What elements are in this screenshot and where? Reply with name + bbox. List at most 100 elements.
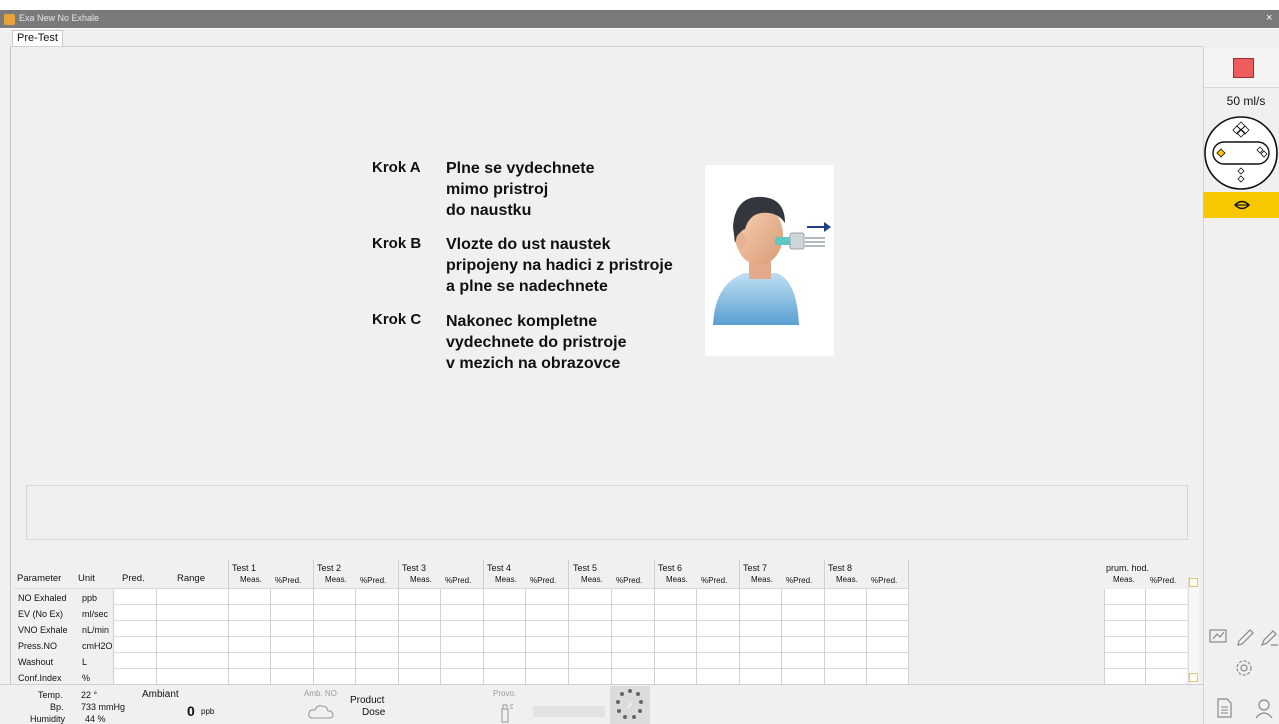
step-c-line: vydechnete do pristroje — [446, 334, 627, 351]
subheader-meas: Meas. — [581, 575, 603, 584]
header-parameter: Parameter — [17, 573, 62, 584]
lips-icon — [1234, 200, 1250, 210]
subheader-meas: Meas. — [751, 575, 773, 584]
stop-icon[interactable] — [1233, 58, 1254, 78]
step-c-text: Nakonec kompletne vydechnete do pristroj… — [446, 311, 627, 374]
subheader-pred: %Pred. — [275, 576, 302, 585]
settings-icon[interactable] — [1233, 657, 1255, 679]
table-divider — [1145, 589, 1146, 684]
row-unit: cmH2O — [82, 641, 113, 651]
tab-bar — [0, 29, 1203, 47]
table-divider — [156, 589, 157, 684]
message-area — [26, 485, 1188, 540]
header-test-5: Test 5 — [573, 563, 598, 573]
table-divider — [696, 589, 697, 684]
step-a-label: Krok A — [372, 159, 421, 176]
row-unit: L — [82, 657, 88, 667]
header-test-3: Test 3 — [402, 563, 427, 573]
row-param: Press.NO — [18, 641, 58, 651]
table-divider — [781, 589, 782, 684]
scroll-down-button[interactable] — [1189, 673, 1198, 682]
subheader-pred: %Pred. — [616, 576, 643, 585]
exhale-mode-button[interactable] — [1203, 192, 1279, 218]
app-icon — [4, 14, 15, 25]
subheader-pred: %Pred. — [871, 576, 898, 585]
table-divider — [113, 604, 908, 605]
table-scrollbar[interactable] — [1188, 577, 1199, 685]
exhale-illustration — [705, 165, 834, 356]
subheader-meas: Meas. — [666, 575, 688, 584]
table-divider — [739, 560, 740, 684]
header-test-1: Test 1 — [232, 563, 257, 573]
subheader-meas: Meas. — [836, 575, 858, 584]
table-divider — [270, 589, 271, 684]
table-divider — [483, 560, 484, 684]
ambient-value: 0 — [187, 703, 195, 719]
header-test-7: Test 7 — [743, 563, 768, 573]
dose-label: Dose — [362, 707, 386, 718]
ambient-unit: ppb — [201, 707, 215, 716]
step-b-text: Vlozte do ust naustek pripojeny na hadic… — [446, 234, 673, 297]
table-divider — [568, 560, 569, 684]
header-test-2: Test 2 — [317, 563, 342, 573]
humidity-label: Humidity — [30, 714, 66, 724]
table-divider — [113, 589, 114, 684]
row-unit: % — [82, 673, 91, 683]
step-a-line: Plne se vydechnete — [446, 160, 595, 177]
table-divider — [654, 560, 655, 684]
subheader-pred: %Pred. — [530, 576, 557, 585]
provo-label: Provo. — [493, 689, 517, 698]
step-a-line: mimo pristroj — [446, 181, 549, 198]
step-c-line: Nakonec kompletne — [446, 313, 598, 330]
scroll-up-button[interactable] — [1189, 578, 1198, 587]
header-pred: Pred. — [122, 573, 145, 584]
subheader-meas: Meas. — [240, 575, 262, 584]
subheader-pred: %Pred. — [445, 576, 472, 585]
step-b-label: Krok B — [372, 235, 422, 252]
row-param: Washout — [18, 657, 54, 667]
step-a-text: Plne se vydechnete mimo pristroj do naus… — [446, 158, 595, 221]
subheader-meas: Meas. — [410, 575, 432, 584]
header-test-8: Test 8 — [828, 563, 853, 573]
humidity-value: 44 % — [85, 714, 106, 724]
row-param: EV (No Ex) — [18, 609, 64, 619]
table-divider — [228, 560, 229, 684]
compare-icon[interactable] — [1208, 627, 1230, 649]
step-b-line: pripojeny na hadici z pristroje — [446, 257, 673, 274]
header-test-6: Test 6 — [658, 563, 683, 573]
close-icon[interactable]: × — [1266, 12, 1272, 24]
cloud-icon[interactable] — [307, 703, 335, 721]
window-title: Exa New No Exhale — [19, 13, 100, 23]
temp-label: Temp. — [38, 690, 63, 700]
product-label: Product — [350, 695, 385, 706]
ambient-label: Ambiant — [142, 689, 179, 700]
breath-dial-icon[interactable] — [1204, 114, 1279, 192]
patient-icon[interactable] — [1253, 697, 1275, 719]
step-c-label: Krok C — [372, 311, 422, 328]
header-test-4: Test 4 — [487, 563, 512, 573]
table-divider — [113, 620, 908, 621]
table-divider — [611, 589, 612, 684]
subheader-pred: %Pred. — [360, 576, 387, 585]
inhaler-icon[interactable] — [498, 701, 514, 723]
header-average: prum. hod. — [1106, 563, 1150, 573]
report-icon[interactable] — [1213, 697, 1235, 719]
table-divider — [355, 589, 356, 684]
sign-icon[interactable] — [1259, 627, 1279, 649]
subheader-meas: Meas. — [325, 575, 347, 584]
dose-progress-bar — [533, 706, 605, 717]
row-unit: ppb — [82, 593, 98, 603]
bp-value: 733 mmHg — [81, 702, 126, 712]
subheader-pred: %Pred. — [1150, 576, 1177, 585]
row-unit: ml/sec — [82, 609, 109, 619]
table-divider — [113, 636, 908, 637]
table-divider — [1104, 589, 1105, 684]
tab-pre-test[interactable]: Pre-Test — [12, 30, 63, 47]
pen-icon[interactable] — [1234, 627, 1256, 649]
step-c-line: v mezich na obrazovce — [446, 355, 621, 372]
subheader-pred: %Pred. — [701, 576, 728, 585]
table-divider — [525, 589, 526, 684]
header-unit: Unit — [78, 573, 95, 584]
row-param: VNO Exhale — [18, 625, 68, 635]
table-divider — [824, 560, 825, 684]
